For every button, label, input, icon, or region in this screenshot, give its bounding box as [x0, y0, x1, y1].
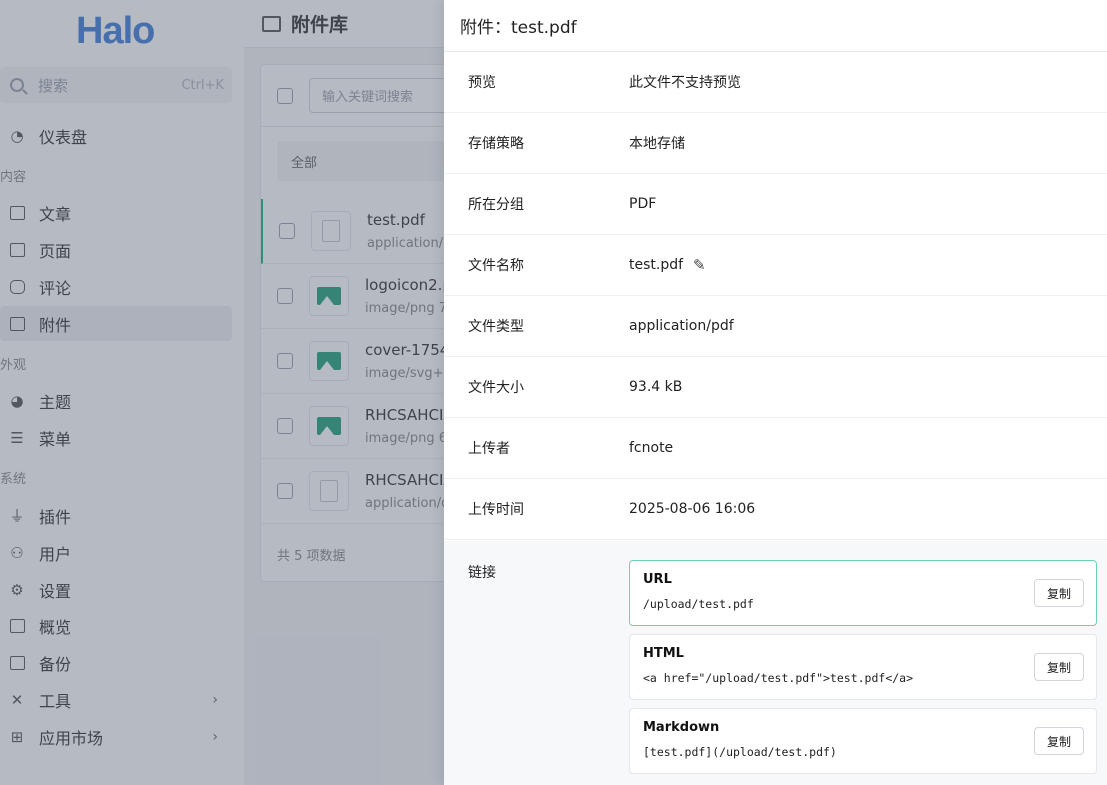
detail-value: PDF — [629, 196, 657, 212]
copy-markdown-button[interactable]: 复制 — [1034, 727, 1084, 755]
detail-row-filename: 文件名称 test.pdf ✎ — [444, 235, 1107, 296]
link-card-markdown[interactable]: Markdown [test.pdf](/upload/test.pdf) 复制 — [629, 708, 1097, 774]
link-value: [test.pdf](/upload/test.pdf) — [643, 745, 837, 759]
link-title: Markdown — [643, 720, 720, 735]
link-card-html[interactable]: HTML <a href="/upload/test.pdf">test.pdf… — [629, 634, 1097, 700]
detail-key: 文件名称 — [468, 258, 524, 274]
link-value: <a href="/upload/test.pdf">test.pdf</a> — [643, 671, 914, 685]
detail-value: fcnote — [629, 440, 674, 456]
detail-row-upload-time: 上传时间 2025-08-06 16:06 — [444, 479, 1107, 540]
detail-row-uploader: 上传者 fcnote — [444, 418, 1107, 479]
copy-html-button[interactable]: 复制 — [1034, 653, 1084, 681]
detail-row-preview: 预览 此文件不支持预览 — [444, 52, 1107, 113]
detail-value: application/pdf — [629, 318, 734, 334]
detail-key: 上传者 — [468, 441, 510, 457]
detail-row-filesize: 文件大小 93.4 kB — [444, 357, 1107, 418]
detail-row-filetype: 文件类型 application/pdf — [444, 296, 1107, 357]
detail-value-wrap: test.pdf ✎ — [629, 256, 706, 274]
detail-value: 本地存储 — [629, 136, 685, 152]
link-card-url[interactable]: URL /upload/test.pdf 复制 — [629, 560, 1097, 626]
attachment-detail-drawer: 附件：test.pdf 预览 此文件不支持预览 存储策略 本地存储 所在分组 P… — [444, 0, 1107, 785]
detail-key: 文件类型 — [468, 319, 524, 335]
detail-value: 93.4 kB — [629, 379, 683, 395]
detail-value: test.pdf — [629, 257, 684, 273]
detail-key: 文件大小 — [468, 380, 524, 396]
detail-row-storage-policy: 存储策略 本地存储 — [444, 113, 1107, 174]
links-label: 链接 — [468, 565, 496, 581]
detail-value: 此文件不支持预览 — [629, 75, 741, 91]
detail-key: 所在分组 — [468, 197, 524, 213]
detail-key: 上传时间 — [468, 502, 524, 518]
detail-row-group: 所在分组 PDF — [444, 174, 1107, 235]
detail-key: 存储策略 — [468, 136, 524, 152]
link-title: HTML — [643, 646, 684, 661]
detail-key: 预览 — [468, 75, 496, 91]
link-title: URL — [643, 572, 672, 587]
detail-value: 2025-08-06 16:06 — [629, 501, 756, 517]
links-section: 链接 URL /upload/test.pdf 复制 HTML <a href=… — [444, 541, 1107, 785]
link-value: /upload/test.pdf — [643, 597, 754, 611]
edit-pencil-icon[interactable]: ✎ — [693, 256, 706, 274]
drawer-title: 附件：test.pdf — [444, 0, 1107, 52]
copy-url-button[interactable]: 复制 — [1034, 579, 1084, 607]
